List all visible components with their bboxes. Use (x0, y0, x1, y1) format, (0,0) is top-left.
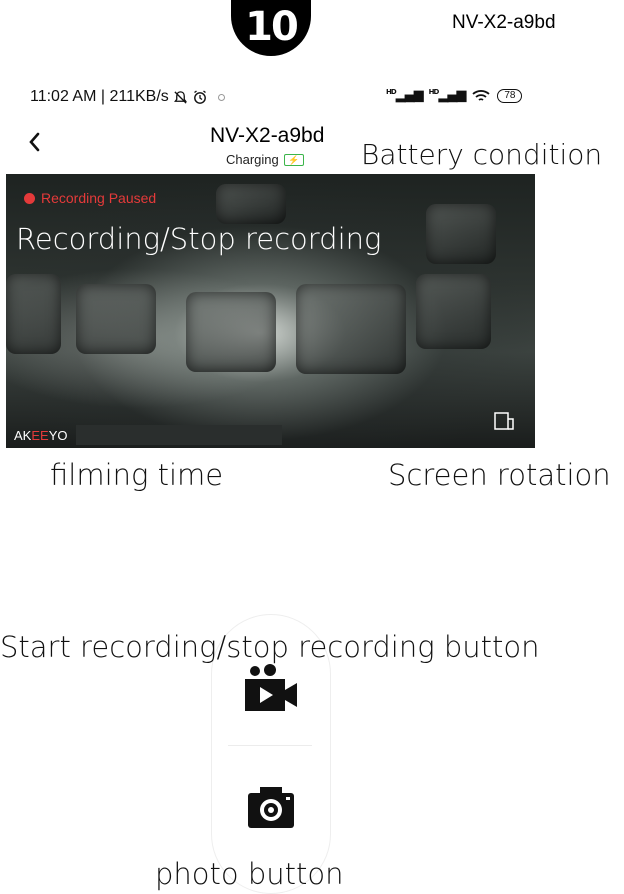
signal-icon: HD▂▄▆ (386, 88, 424, 103)
keyboard-key (76, 284, 156, 354)
screen-rotation-icon[interactable] (493, 411, 515, 431)
status-time-speed: 11:02 AM | 211KB/s (30, 88, 169, 105)
charging-status: Charging ⚡ (226, 152, 304, 167)
watermark-part: YO (48, 428, 68, 443)
watermark-part: EE (31, 428, 49, 443)
signal-icon-2: HD▂▄▆ (428, 88, 467, 103)
bell-off-icon (173, 90, 187, 104)
keyboard-key (216, 184, 286, 224)
chevron-left-icon (29, 132, 40, 152)
annotation-screen-rotation: Screen rotation (388, 458, 611, 492)
recording-status-text: Recording Paused (41, 190, 157, 206)
watermark-part: AK (14, 428, 32, 443)
alarm-icon (193, 90, 206, 104)
wifi-icon (472, 89, 490, 101)
keyboard-key (296, 284, 406, 374)
back-button[interactable] (26, 130, 42, 159)
annotation-start-stop-button: Start recording/stop recording button (0, 630, 540, 664)
keyboard-key (426, 204, 496, 264)
keyboard-key (6, 274, 61, 354)
divider (228, 745, 312, 746)
keyboard-key (416, 274, 491, 349)
camera-icon[interactable] (246, 784, 296, 830)
video-camera-icon[interactable] (243, 663, 299, 715)
status-bar: 11:02 AM | 211KB/s (30, 88, 225, 106)
charging-battery-icon: ⚡ (283, 153, 304, 166)
device-label: NV-X2-a9bd (452, 12, 556, 33)
filming-time-bar (76, 425, 282, 445)
status-icons: HD▂▄▆ HD▂▄▆ 78 (386, 88, 523, 103)
battery-icon: 78 (497, 88, 523, 103)
recording-dot-icon (24, 192, 35, 204)
recording-status: Recording Paused (24, 190, 156, 206)
watermark-logo: AKEEYO (14, 428, 67, 443)
keyboard-key (186, 292, 276, 372)
annotation-photo-button: photo button (155, 857, 344, 891)
dot-indicator (217, 93, 225, 101)
annotation-filming-time: filming time (50, 458, 224, 492)
charging-label: Charging (226, 152, 279, 167)
video-preview[interactable]: Recording Paused Recording/Stop recordin… (6, 174, 535, 448)
page-title: NV-X2-a9bd (210, 124, 325, 147)
step-number-badge: 10 (231, 0, 311, 56)
annotation-recording-stop: Recording/Stop recording (16, 222, 382, 256)
annotation-battery-condition: Battery condition (361, 138, 603, 171)
